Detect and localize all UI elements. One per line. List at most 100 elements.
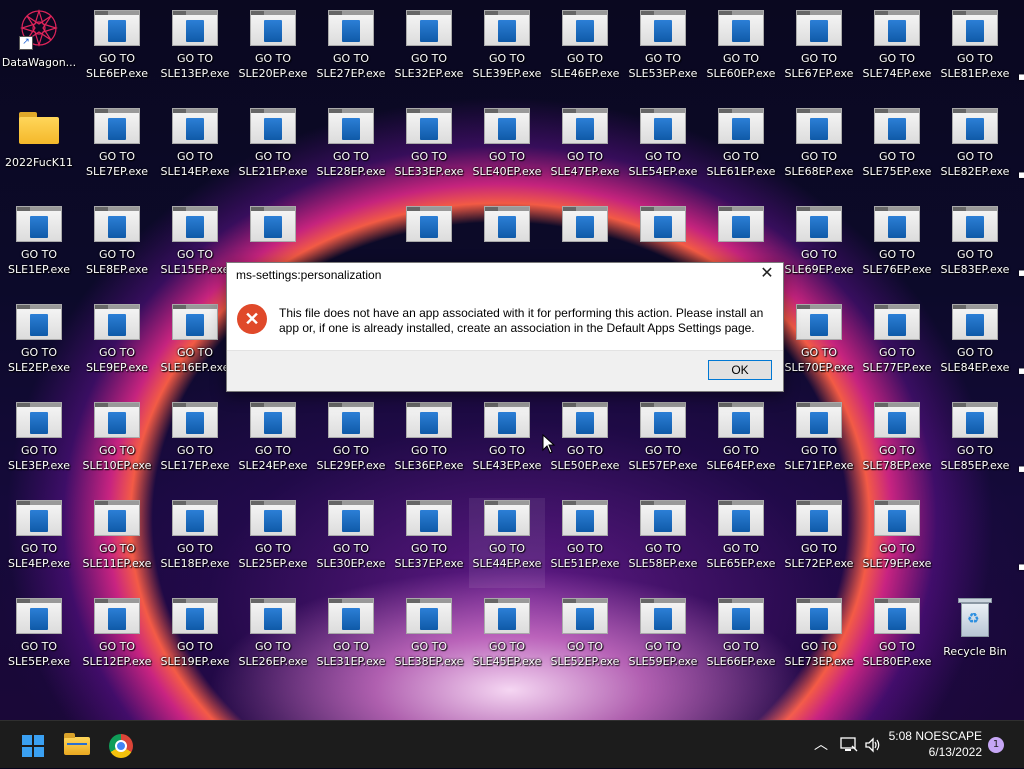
exe-shortcut-sle81ep[interactable]: GO TO SLE81EP.exe (937, 8, 1013, 98)
application-window-icon (406, 500, 452, 536)
exe-shortcut-sle69ep[interactable]: GO TO SLE69EP.exe (781, 204, 857, 294)
exe-shortcut-sle26ep[interactable]: GO TO SLE26EP.exe (235, 596, 311, 686)
application-window-icon (718, 402, 764, 438)
exe-shortcut-sle64ep[interactable]: GO TO SLE64EP.exe (703, 400, 779, 490)
exe-shortcut-sle7ep[interactable]: GO TO SLE7EP.exe (79, 106, 155, 196)
datawagon-shortcut[interactable]: ↗ DataWagon... (1, 6, 77, 96)
exe-shortcut-sle24ep[interactable]: GO TO SLE24EP.exe (235, 400, 311, 490)
exe-shortcut-sle19ep[interactable]: GO TO SLE19EP.exe (157, 596, 233, 686)
exe-shortcut-sle79ep[interactable]: GO TO SLE79EP.exe (859, 498, 935, 588)
application-window-icon (94, 598, 140, 634)
exe-shortcut-sle37ep[interactable]: GO TO SLE37EP.exe (391, 498, 467, 588)
exe-shortcut-sle21ep[interactable]: GO TO SLE21EP.exe (235, 106, 311, 196)
exe-shortcut-sle30ep[interactable]: GO TO SLE30EP.exe (313, 498, 389, 588)
folder-2022fuck11[interactable]: 2022FucK11 (1, 106, 77, 196)
exe-shortcut-sle46ep[interactable]: GO TO SLE46EP.exe (547, 8, 623, 98)
exe-shortcut-sle73ep[interactable]: GO TO SLE73EP.exe (781, 596, 857, 686)
exe-shortcut-sle72ep[interactable]: GO TO SLE72EP.exe (781, 498, 857, 588)
exe-shortcut-sle36ep[interactable]: GO TO SLE36EP.exe (391, 400, 467, 490)
exe-shortcut-sle31ep[interactable]: GO TO SLE31EP.exe (313, 596, 389, 686)
exe-label: GO TO SLE52EP.exe (550, 640, 620, 668)
exe-shortcut-sle5ep[interactable]: GO TO SLE5EP.exe (1, 596, 77, 686)
exe-shortcut-sle80ep[interactable]: GO TO SLE80EP.exe (859, 596, 935, 686)
chrome-button[interactable] (101, 726, 139, 764)
clock[interactable]: 5:08 NOESCAPE 6/13/2022 (880, 728, 982, 760)
exe-shortcut-sle33ep[interactable]: GO TO SLE33EP.exe (391, 106, 467, 196)
exe-shortcut-sle85ep[interactable]: GO TO SLE85EP.exe (937, 400, 1013, 490)
exe-shortcut-sle13ep[interactable]: GO TO SLE13EP.exe (157, 8, 233, 98)
exe-shortcut-sle53ep[interactable]: GO TO SLE53EP.exe (625, 8, 701, 98)
exe-shortcut-sle83ep[interactable]: GO TO SLE83EP.exe (937, 204, 1013, 294)
exe-shortcut-sle50ep[interactable]: GO TO SLE50EP.exe (547, 400, 623, 490)
exe-shortcut-sle61ep[interactable]: GO TO SLE61EP.exe (703, 106, 779, 196)
application-window-icon (874, 598, 920, 634)
exe-shortcut-sle29ep[interactable]: GO TO SLE29EP.exe (313, 400, 389, 490)
exe-shortcut-sle27ep[interactable]: GO TO SLE27EP.exe (313, 8, 389, 98)
exe-shortcut-sle6ep[interactable]: GO TO SLE6EP.exe (79, 8, 155, 98)
application-window-icon (484, 500, 530, 536)
exe-shortcut-sle4ep[interactable]: GO TO SLE4EP.exe (1, 498, 77, 588)
exe-shortcut-sle39ep[interactable]: GO TO SLE39EP.exe (469, 8, 545, 98)
exe-shortcut-sle66ep[interactable]: GO TO SLE66EP.exe (703, 596, 779, 686)
exe-label: GO TO SLE21EP.exe (238, 150, 308, 178)
exe-shortcut-sle15ep[interactable]: GO TO SLE15EP.exe (157, 204, 233, 294)
notification-badge[interactable]: 1 (988, 737, 1004, 753)
exe-shortcut-sle8ep[interactable]: GO TO SLE8EP.exe (79, 204, 155, 294)
exe-shortcut-sle67ep[interactable]: GO TO SLE67EP.exe (781, 8, 857, 98)
start-button[interactable] (13, 726, 51, 764)
exe-shortcut-sle43ep[interactable]: GO TO SLE43EP.exe (469, 400, 545, 490)
exe-shortcut-sle2ep[interactable]: GO TO SLE2EP.exe (1, 302, 77, 392)
exe-shortcut-sle75ep[interactable]: GO TO SLE75EP.exe (859, 106, 935, 196)
exe-shortcut-sle14ep[interactable]: GO TO SLE14EP.exe (157, 106, 233, 196)
exe-shortcut-sle17ep[interactable]: GO TO SLE17EP.exe (157, 400, 233, 490)
exe-shortcut-sle3ep[interactable]: GO TO SLE3EP.exe (1, 400, 77, 490)
exe-shortcut-sle25ep[interactable]: GO TO SLE25EP.exe (235, 498, 311, 588)
exe-shortcut-sle47ep[interactable]: GO TO SLE47EP.exe (547, 106, 623, 196)
exe-shortcut-sle16ep[interactable]: GO TO SLE16EP.exe (157, 302, 233, 392)
exe-shortcut-sle1ep[interactable]: GO TO SLE1EP.exe (1, 204, 77, 294)
exe-shortcut-sle45ep[interactable]: GO TO SLE45EP.exe (469, 596, 545, 686)
exe-shortcut-sle57ep[interactable]: GO TO SLE57EP.exe (625, 400, 701, 490)
exe-shortcut-sle82ep[interactable]: GO TO SLE82EP.exe (937, 106, 1013, 196)
exe-shortcut-sle84ep[interactable]: GO TO SLE84EP.exe (937, 302, 1013, 392)
ok-button[interactable]: OK (708, 360, 772, 380)
exe-label: GO TO SLE30EP.exe (316, 542, 386, 570)
exe-shortcut-sle32ep[interactable]: GO TO SLE32EP.exe (391, 8, 467, 98)
exe-shortcut-sle58ep[interactable]: GO TO SLE58EP.exe (625, 498, 701, 588)
application-window-icon (562, 500, 608, 536)
network-icon[interactable] (838, 721, 860, 769)
exe-shortcut-sle74ep[interactable]: GO TO SLE74EP.exe (859, 8, 935, 98)
clipped-icon-fragment: ▪ (1018, 168, 1024, 181)
exe-label: GO TO SLE39EP.exe (472, 52, 542, 80)
exe-shortcut-sle9ep[interactable]: GO TO SLE9EP.exe (79, 302, 155, 392)
exe-shortcut-sle71ep[interactable]: GO TO SLE71EP.exe (781, 400, 857, 490)
exe-shortcut-sle78ep[interactable]: GO TO SLE78EP.exe (859, 400, 935, 490)
file-explorer-button[interactable] (57, 726, 95, 764)
exe-shortcut-sle38ep[interactable]: GO TO SLE38EP.exe (391, 596, 467, 686)
dialog-footer: OK (227, 350, 783, 391)
exe-label: GO TO SLE69EP.exe (784, 248, 854, 276)
exe-shortcut-sle54ep[interactable]: GO TO SLE54EP.exe (625, 106, 701, 196)
close-icon[interactable]: ✕ (757, 264, 777, 284)
show-hidden-icons-chevron-icon[interactable]: ︿ (810, 721, 832, 769)
exe-shortcut-sle44ep[interactable]: GO TO SLE44EP.exe (469, 498, 545, 588)
exe-shortcut-sle70ep[interactable]: GO TO SLE70EP.exe (781, 302, 857, 392)
exe-shortcut-sle76ep[interactable]: GO TO SLE76EP.exe (859, 204, 935, 294)
exe-shortcut-sle51ep[interactable]: GO TO SLE51EP.exe (547, 498, 623, 588)
exe-shortcut-sle60ep[interactable]: GO TO SLE60EP.exe (703, 8, 779, 98)
exe-shortcut-sle59ep[interactable]: GO TO SLE59EP.exe (625, 596, 701, 686)
exe-shortcut-sle65ep[interactable]: GO TO SLE65EP.exe (703, 498, 779, 588)
exe-shortcut-sle10ep[interactable]: GO TO SLE10EP.exe (79, 400, 155, 490)
exe-shortcut-sle11ep[interactable]: GO TO SLE11EP.exe (79, 498, 155, 588)
exe-shortcut-sle28ep[interactable]: GO TO SLE28EP.exe (313, 106, 389, 196)
exe-label: GO TO SLE73EP.exe (784, 640, 854, 668)
recycle-bin[interactable]: ♻ Recycle Bin (937, 596, 1013, 686)
exe-shortcut-sle68ep[interactable]: GO TO SLE68EP.exe (781, 106, 857, 196)
exe-shortcut-sle12ep[interactable]: GO TO SLE12EP.exe (79, 596, 155, 686)
exe-label: GO TO SLE14EP.exe (160, 150, 230, 178)
exe-shortcut-sle52ep[interactable]: GO TO SLE52EP.exe (547, 596, 623, 686)
exe-shortcut-sle18ep[interactable]: GO TO SLE18EP.exe (157, 498, 233, 588)
exe-shortcut-sle20ep[interactable]: GO TO SLE20EP.exe (235, 8, 311, 98)
exe-shortcut-sle77ep[interactable]: GO TO SLE77EP.exe (859, 302, 935, 392)
exe-shortcut-sle40ep[interactable]: GO TO SLE40EP.exe (469, 106, 545, 196)
